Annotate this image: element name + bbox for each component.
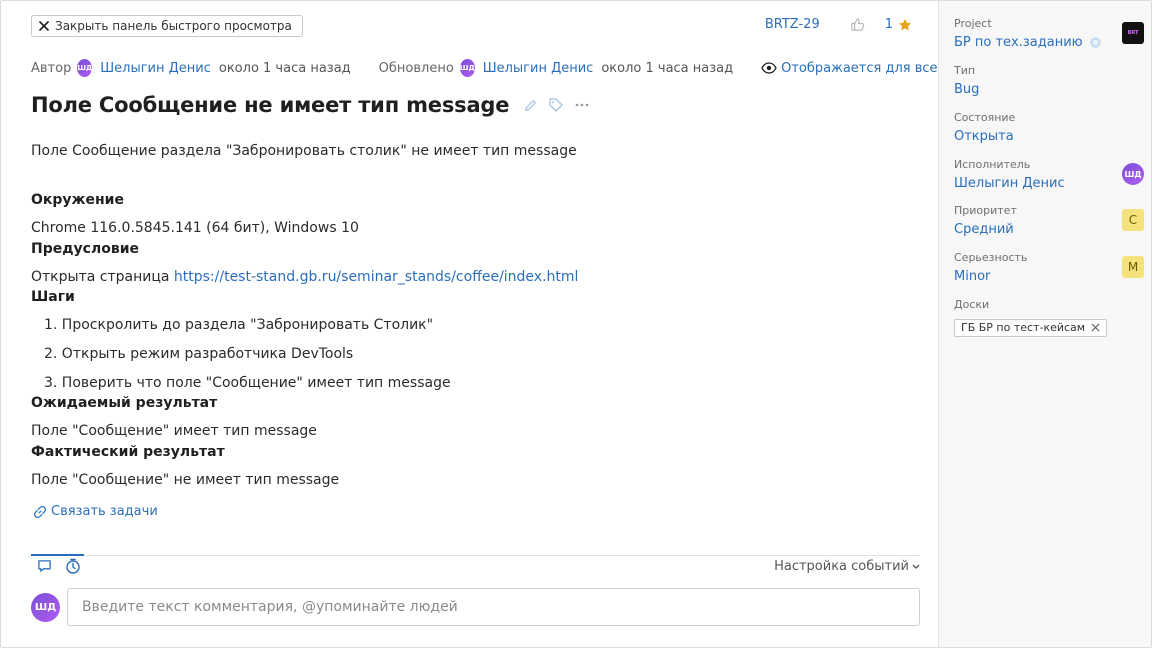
issue-id-link[interactable]: BRTZ-29 <box>765 17 820 32</box>
step-item: 1. Проскролить до раздела "Забронировать… <box>44 317 434 333</box>
project-name: БР по тех.заданию <box>954 35 1083 50</box>
issue-summary: Поле Сообщение раздела "Забронировать ст… <box>31 143 577 159</box>
commenter-avatar: ШД <box>31 593 60 622</box>
project-label: Project <box>954 17 992 30</box>
field-state: Состояние Открыта <box>954 111 1144 144</box>
updated-time: около 1 часа назад <box>601 60 734 76</box>
updater-avatar[interactable]: ШД <box>459 59 475 77</box>
precondition-text: Открыта страница <box>31 269 174 285</box>
thumbs-up-icon[interactable] <box>850 17 865 32</box>
boards-label: Доски <box>954 298 990 311</box>
author-time: около 1 часа назад <box>218 60 351 76</box>
votes-count[interactable]: 1 <box>885 17 893 32</box>
field-severity: Серьезность Minor M <box>954 251 1144 284</box>
priority-value[interactable]: Средний <box>954 222 1144 237</box>
board-tag[interactable]: ГБ БР по тест-кейсам <box>954 318 1108 337</box>
field-boards: Доски ГБ БР по тест-кейсам <box>954 298 1144 337</box>
assignee-value[interactable]: Шелыгин Денис <box>954 176 1144 191</box>
precondition-heading: Предусловие <box>31 241 140 257</box>
type-label: Тип <box>954 64 976 77</box>
author-name-link[interactable]: Шелыгин Денис <box>100 61 211 76</box>
close-panel-label: Закрыть панель быстрого просмотра <box>55 19 292 33</box>
more-icon[interactable] <box>574 102 590 108</box>
link-issues-label: Связать задачи <box>51 504 158 519</box>
comment-icon <box>37 560 51 572</box>
assignee-avatar: ШД <box>1122 163 1144 185</box>
link-issues-button[interactable]: Связать задачи <box>33 504 158 519</box>
environment-heading: Окружение <box>31 192 124 208</box>
close-panel-button[interactable]: Закрыть панель быстрого просмотра <box>31 15 303 37</box>
visibility-label: Отображается для всех... <box>781 60 958 76</box>
actual-text: Поле "Сообщение" не имеет тип message <box>31 472 340 488</box>
field-assignee: Исполнитель Шелыгин Денис ШД <box>954 158 1144 191</box>
precondition-line: Открыта страница https://test-stand.gb.r… <box>31 270 578 284</box>
updated-label: Обновлено <box>378 60 454 76</box>
expected-text: Поле "Сообщение" имеет тип message <box>31 423 317 439</box>
precondition-link[interactable]: https://test-stand.gb.ru/seminar_stands/… <box>174 269 579 285</box>
author-label: Автор <box>31 60 72 76</box>
chevron-down-icon <box>912 564 920 569</box>
actual-heading: Фактический результат <box>31 444 225 460</box>
priority-badge: С <box>1122 209 1144 231</box>
priority-label: Приоритет <box>954 204 1017 217</box>
updater-name-link[interactable]: Шелыгин Денис <box>483 61 594 76</box>
issue-header-actions: BRTZ-29 1 <box>765 17 912 32</box>
project-badge: BRT <box>1122 22 1144 44</box>
edit-icon[interactable] <box>523 98 538 113</box>
severity-label: Серьезность <box>954 251 1028 264</box>
star-icon[interactable] <box>898 18 912 32</box>
activity-tabs <box>35 557 82 575</box>
event-settings-label: Настройка событий <box>774 559 909 574</box>
severity-badge: M <box>1122 256 1144 278</box>
remove-tag-icon[interactable] <box>1091 323 1100 332</box>
project-value[interactable]: БР по тех.заданию <box>954 35 1144 50</box>
issue-title[interactable]: Поле Сообщение не имеет тип message <box>31 93 509 117</box>
tag-icon[interactable] <box>548 97 564 113</box>
step-item: 3. Поверить что поле "Сообщение" имеет т… <box>44 375 451 391</box>
tab-history[interactable] <box>64 557 82 575</box>
steps-heading: Шаги <box>31 289 75 305</box>
assignee-label: Исполнитель <box>954 158 1031 171</box>
settings-icon[interactable] <box>1089 36 1102 49</box>
issue-meta: Автор ШД Шелыгин Денис около 1 часа наза… <box>31 59 970 77</box>
expected-heading: Ожидаемый результат <box>31 395 218 411</box>
comment-input[interactable] <box>67 588 920 626</box>
environment-text: Chrome 116.0.5845.141 (64 бит), Windows … <box>31 220 359 236</box>
severity-value[interactable]: Minor <box>954 269 1144 284</box>
activity-divider <box>31 555 920 556</box>
history-icon <box>66 558 80 574</box>
active-tab-indicator <box>31 554 84 556</box>
event-settings-dropdown[interactable]: Настройка событий <box>774 559 920 574</box>
field-project: Project БР по тех.заданию BRT <box>954 17 1144 50</box>
issue-title-row: Поле Сообщение не имеет тип message <box>31 93 590 117</box>
close-icon <box>39 21 49 31</box>
issue-main: Закрыть панель быстрого просмотра BRTZ-2… <box>1 1 970 647</box>
issue-sidebar: Project БР по тех.заданию BRT Тип Bug Со… <box>938 1 1151 647</box>
tab-comments[interactable] <box>35 557 53 575</box>
author-avatar[interactable]: ШД <box>77 59 93 77</box>
step-item: 2. Открыть режим разработчика DevTools <box>44 346 354 362</box>
field-priority: Приоритет Средний С <box>954 204 1144 237</box>
link-icon <box>34 505 46 518</box>
eye-icon <box>761 62 777 74</box>
state-value[interactable]: Открыта <box>954 129 1144 144</box>
state-label: Состояние <box>954 111 1016 124</box>
board-tag-label: ГБ БР по тест-кейсам <box>961 321 1086 334</box>
quick-view-panel: Закрыть панель быстрого просмотра BRTZ-2… <box>0 0 1152 648</box>
type-value[interactable]: Bug <box>954 82 1144 97</box>
field-type: Тип Bug <box>954 64 1144 97</box>
